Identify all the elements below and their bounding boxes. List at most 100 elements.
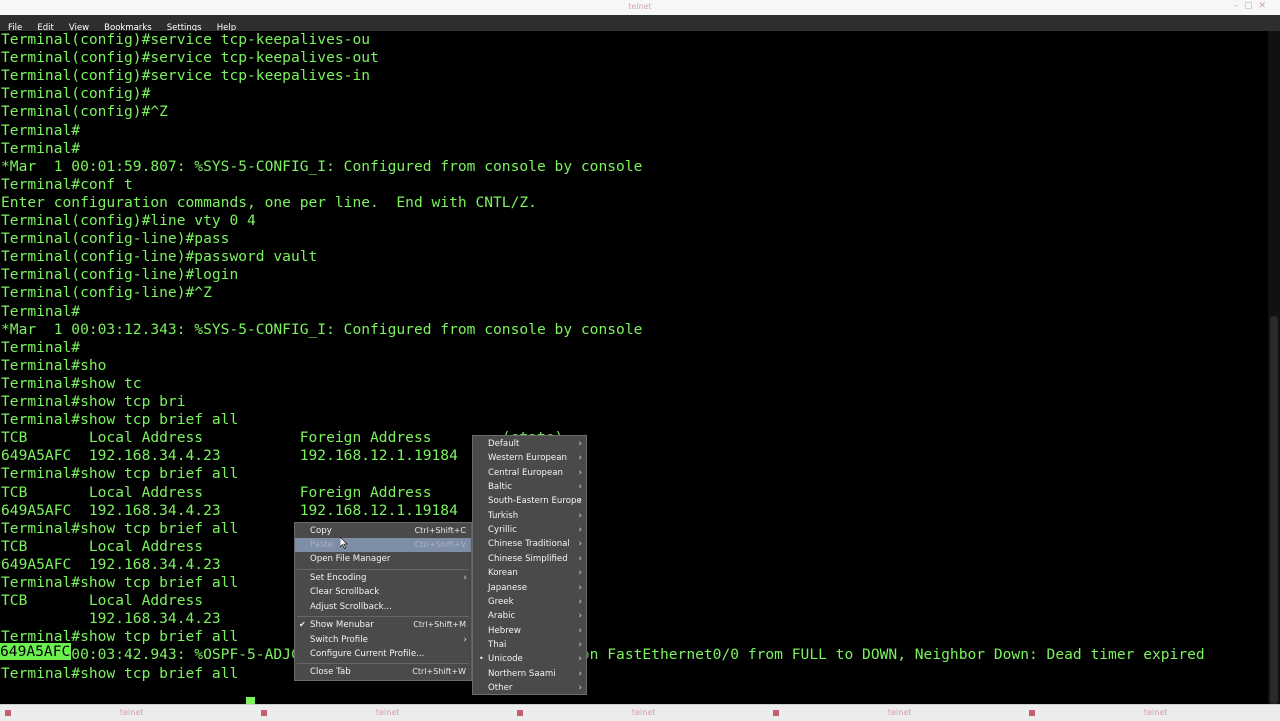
tab-label: telnet: [632, 708, 656, 717]
terminal-icon: [261, 710, 267, 716]
menu-item-configure-profile[interactable]: Configure Current Profile...: [295, 647, 471, 661]
encoding-item-chinese-traditional[interactable]: Chinese Traditional ›: [473, 537, 586, 551]
menu-separator: [297, 663, 469, 664]
terminal-line: TCB Local Address: [1, 592, 204, 610]
encoding-submenu: Default › Western European › Central Europea…: [472, 435, 587, 695]
menu-item-open-file-manager[interactable]: Open File Manager: [295, 552, 471, 566]
tab-1[interactable]: telnet: [0, 706, 255, 720]
encoding-item-label: Central European: [488, 467, 563, 478]
terminal-icon: [517, 710, 523, 716]
menu-item-adjust-scrollback[interactable]: Adjust Scrollback...: [295, 600, 471, 614]
encoding-item-label: Western European: [488, 453, 567, 464]
chevron-right-icon: ›: [578, 625, 582, 636]
chevron-right-icon: ›: [578, 639, 582, 650]
chevron-right-icon: ›: [578, 553, 582, 564]
terminal-line: Terminal#show tcp bri: [1, 393, 186, 410]
terminal-line: Terminal(config)#service tcp-keepalives-…: [1, 49, 379, 67]
window-title: telnet: [628, 2, 652, 11]
chevron-right-icon: ›: [463, 635, 467, 645]
terminal-line: 649A5AFC 192.168.34.4.23 192.168.12.1.19…: [1, 447, 546, 465]
terminal-line: Terminal#show tc: [1, 374, 142, 392]
encoding-item-label: Other: [488, 682, 513, 693]
encoding-item-label: Thai: [488, 639, 507, 650]
terminal-line: Terminal(config-line)#^Z: [1, 284, 212, 302]
terminal-line: Terminal(config-line)#login: [1, 266, 239, 284]
terminal-line: *Mar 1 00:03:12.343: %SYS-5-CONFIG_I: Co…: [1, 320, 643, 338]
text-cursor: [246, 697, 255, 704]
terminal-line: Terminal#show tcp brief all: [1, 574, 239, 591]
maximize-icon[interactable]: ▢: [1244, 1, 1259, 11]
encoding-item-chinese-simplified[interactable]: Chinese Simplified ›: [473, 552, 586, 566]
scrollbar-thumb[interactable]: [1270, 316, 1278, 704]
encoding-item-label: Baltic: [488, 482, 513, 493]
menu-item-copy[interactable]: Copy Ctrl+Shift+C: [295, 524, 471, 538]
chevron-right-icon: ›: [578, 668, 582, 679]
chevron-right-icon: ›: [578, 539, 582, 550]
terminal-output[interactable]: Terminal(config)#service tcp-keepalives-…: [0, 31, 1268, 704]
encoding-item-label: Greek: [488, 596, 514, 607]
menu-item-clear-scrollback[interactable]: Clear Scrollback: [295, 585, 471, 599]
tab-4[interactable]: telnet: [768, 706, 1023, 720]
menu-separator: [297, 569, 469, 570]
check-icon: ✔: [299, 620, 306, 629]
terminal-line: *Mar 1 00:03:42.943: %OSPF-5-ADJCHG: Pro…: [1, 646, 1205, 664]
encoding-item-western-european[interactable]: Western European ›: [473, 451, 586, 465]
terminal-line: Terminal#sho: [1, 356, 107, 374]
chevron-right-icon: ›: [578, 496, 582, 507]
encoding-item-label: Unicode: [488, 654, 523, 665]
encoding-item-cyrillic[interactable]: Cyrillic ›: [473, 523, 586, 537]
encoding-item-label: Cyrillic: [488, 525, 517, 536]
chevron-right-icon: ›: [578, 568, 582, 579]
tab-2[interactable]: telnet: [256, 706, 511, 720]
terminal-line: Terminal(config)#line vty 0 4: [1, 212, 256, 229]
close-icon[interactable]: ✕: [1258, 1, 1272, 11]
encoding-item-greek[interactable]: Greek ›: [473, 595, 586, 609]
encoding-item-turkish[interactable]: Turkish ›: [473, 509, 586, 523]
encoding-item-default[interactable]: Default ›: [473, 437, 586, 451]
encoding-item-other[interactable]: Other ›: [473, 681, 586, 695]
terminal-line: Terminal#: [1, 121, 81, 139]
encoding-item-hebrew[interactable]: Hebrew ›: [473, 624, 586, 638]
chevron-right-icon: ›: [578, 482, 582, 493]
encoding-item-arabic[interactable]: Arabic ›: [473, 609, 586, 623]
context-menu: Copy Ctrl+Shift+C Paste Ctrl+Shift+V Open …: [294, 522, 472, 681]
terminal-line: Terminal#: [1, 302, 81, 320]
chevron-right-icon: ›: [578, 682, 582, 693]
encoding-item-south-eastern-europe[interactable]: South-Eastern Europe ›: [473, 494, 586, 508]
tab-bar: telnet telnet telnet telnet telnet: [0, 704, 1280, 721]
terminal-line: Terminal#conf t: [1, 175, 133, 193]
chevron-right-icon: ›: [578, 525, 582, 536]
bullet-icon: •: [479, 654, 484, 664]
tab-label: telnet: [1144, 708, 1168, 717]
terminal-icon: [1029, 710, 1035, 716]
terminal-line: TCB Local Address: [1, 537, 204, 555]
minimize-icon[interactable]: –: [1233, 1, 1244, 11]
chevron-right-icon: ›: [578, 611, 582, 622]
terminal-line: Terminal(config)#: [1, 85, 151, 103]
selected-text[interactable]: 649A5AFC: [0, 643, 71, 660]
encoding-item-unicode[interactable]: • Unicode ›: [473, 652, 586, 666]
menubar: File Edit View Bookmarks Settings Help: [0, 15, 1280, 33]
encoding-item-thai[interactable]: Thai ›: [473, 638, 586, 652]
encoding-item-central-european[interactable]: Central European ›: [473, 466, 586, 480]
encoding-item-northern-saami[interactable]: Northern Saami ›: [473, 667, 586, 681]
terminal-line: Terminal#: [1, 139, 81, 157]
window-controls[interactable]: –▢✕: [1233, 1, 1272, 11]
menu-item-paste[interactable]: Paste Ctrl+Shift+V: [295, 538, 471, 552]
terminal-line: *Mar 1 00:01:59.807: %SYS-5-CONFIG_I: Co…: [1, 157, 643, 175]
tab-3[interactable]: telnet: [512, 706, 767, 720]
menu-item-switch-profile[interactable]: Switch Profile ›: [295, 633, 471, 647]
tab-5[interactable]: telnet: [1024, 706, 1279, 720]
menu-item-show-menubar[interactable]: ✔ Show Menubar Ctrl+Shift+M: [295, 618, 471, 632]
tab-label: telnet: [120, 708, 144, 717]
menu-item-close-tab[interactable]: Close Tab Ctrl+Shift+W: [295, 665, 471, 679]
encoding-item-japanese[interactable]: Japanese ›: [473, 581, 586, 595]
chevron-right-icon: ›: [578, 439, 582, 449]
terminal-line: Terminal#show tcp brief all: [1, 519, 239, 537]
encoding-item-label: Turkish: [488, 510, 519, 521]
encoding-item-korean[interactable]: Korean ›: [473, 566, 586, 580]
encoding-item-label: Arabic: [488, 611, 516, 622]
encoding-item-baltic[interactable]: Baltic ›: [473, 480, 586, 494]
vertical-scrollbar[interactable]: [1268, 31, 1280, 704]
menu-item-set-encoding[interactable]: Set Encoding ›: [295, 571, 471, 585]
